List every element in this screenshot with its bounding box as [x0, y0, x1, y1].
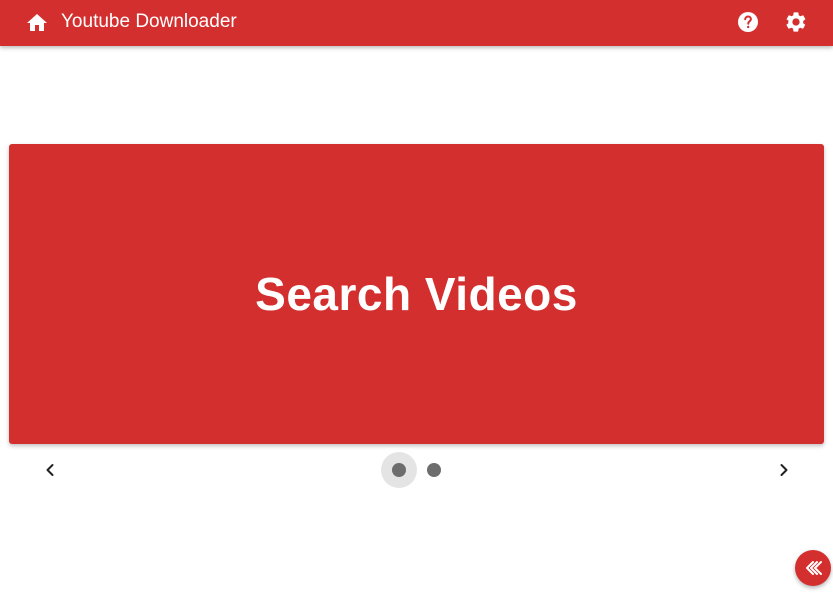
carousel-slide[interactable]: Search Videos [9, 144, 824, 444]
settings-button[interactable] [784, 10, 808, 34]
home-icon [27, 14, 47, 31]
help-circle-icon [738, 12, 758, 32]
gear-icon [786, 12, 806, 32]
app-bar: Youtube Downloader [0, 0, 833, 46]
carousel-prev-button[interactable] [38, 458, 62, 482]
double-chevron-left-icon [806, 561, 822, 575]
collapse-fab-button[interactable] [795, 550, 831, 586]
carousel-next-button[interactable] [772, 458, 796, 482]
help-button[interactable] [736, 10, 760, 34]
chevron-right-icon [780, 464, 788, 476]
carousel-dot-2[interactable] [427, 463, 441, 477]
carousel-dot-1[interactable] [392, 463, 406, 477]
home-button[interactable] [25, 11, 49, 35]
chevron-left-icon [46, 464, 54, 476]
slide-title: Search Videos [255, 268, 578, 320]
app-title: Youtube Downloader [61, 11, 237, 32]
